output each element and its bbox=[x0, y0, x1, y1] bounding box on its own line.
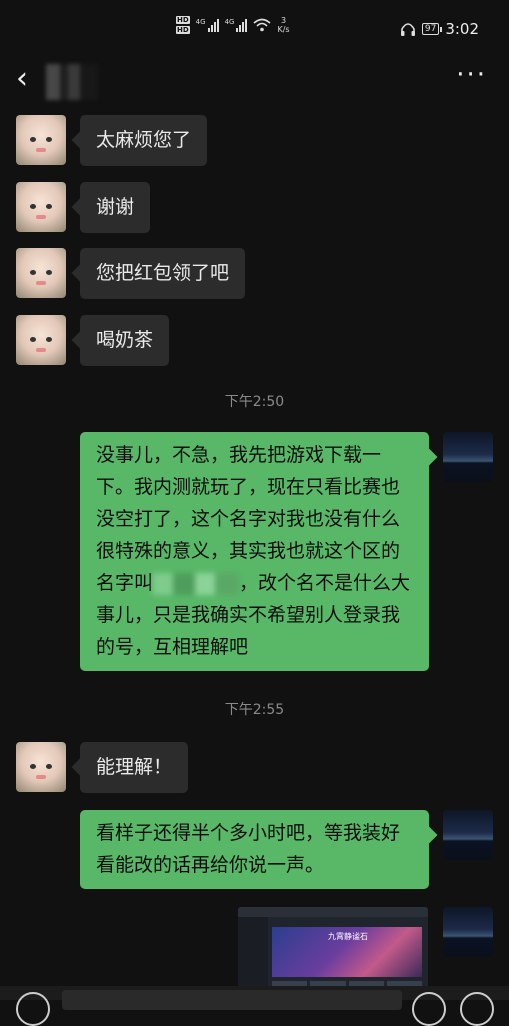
message-bubble-right[interactable]: 没事儿，不急，我先把游戏下载一下。我内测就玩了，现在只看比赛也没空打了，这个名字… bbox=[80, 432, 429, 671]
chat-header: ‹ ··· bbox=[0, 58, 509, 102]
signal-icon-2: 4G bbox=[225, 18, 248, 32]
contact-avatar[interactable] bbox=[16, 315, 66, 365]
message-bubble-left[interactable]: 喝奶茶 bbox=[80, 315, 170, 366]
self-avatar[interactable] bbox=[443, 907, 493, 957]
plus-icon[interactable] bbox=[460, 992, 494, 1026]
contact-avatar[interactable] bbox=[16, 115, 66, 165]
clock: 3:02 bbox=[445, 20, 479, 38]
self-avatar[interactable] bbox=[443, 432, 493, 482]
wifi-icon bbox=[253, 18, 271, 32]
network-speed-unit: K/s bbox=[277, 25, 290, 34]
message-bubble-left[interactable]: 您把红包领了吧 bbox=[80, 248, 246, 299]
hd-badge-1: HD bbox=[176, 16, 190, 24]
headphones-icon bbox=[400, 22, 415, 36]
image-banner-text: 九霄静谧石 bbox=[328, 932, 368, 941]
voice-icon[interactable] bbox=[16, 992, 50, 1026]
message-bubble-right[interactable]: 看样子还得半个多小时吧，等我装好看能改的话再给你说一声。 bbox=[80, 810, 429, 889]
message-bubble-left[interactable]: 能理解！ bbox=[80, 742, 189, 793]
status-bar: HD HD 4G 4G 3 K/s 97 3:02 bbox=[0, 0, 509, 58]
image-window-bar bbox=[238, 907, 428, 917]
hd-badge-2: HD bbox=[176, 26, 190, 34]
input-bar bbox=[0, 986, 509, 1026]
image-banner: 九霄静谧石 bbox=[272, 927, 422, 977]
contact-avatar[interactable] bbox=[16, 742, 66, 792]
status-right: 97 3:02 bbox=[400, 20, 479, 38]
back-icon[interactable]: ‹ bbox=[16, 64, 28, 94]
status-icons: HD HD 4G 4G 3 K/s bbox=[176, 16, 290, 34]
contact-name-blurred bbox=[46, 64, 98, 100]
network-speed: 3 K/s bbox=[277, 16, 289, 34]
emoji-icon[interactable] bbox=[412, 992, 446, 1026]
message-input[interactable] bbox=[62, 990, 402, 1010]
signal-icon-1: 4G bbox=[196, 18, 219, 32]
hd-indicator: HD HD bbox=[176, 16, 190, 34]
self-avatar[interactable] bbox=[443, 810, 493, 860]
timestamp: 下午2:55 bbox=[224, 702, 285, 718]
network-type-2: 4G bbox=[224, 18, 235, 26]
network-speed-value: 3 bbox=[280, 16, 287, 25]
more-icon[interactable]: ··· bbox=[456, 62, 487, 88]
message-bubble-left[interactable]: 谢谢 bbox=[80, 182, 151, 233]
network-type-1: 4G bbox=[195, 18, 206, 26]
contact-avatar[interactable] bbox=[16, 182, 66, 232]
redacted-name bbox=[153, 572, 240, 595]
message-bubble-left[interactable]: 太麻烦您了 bbox=[80, 115, 208, 166]
timestamp: 下午2:50 bbox=[224, 394, 285, 410]
contact-avatar[interactable] bbox=[16, 248, 66, 298]
battery-icon: 97 bbox=[421, 23, 443, 35]
